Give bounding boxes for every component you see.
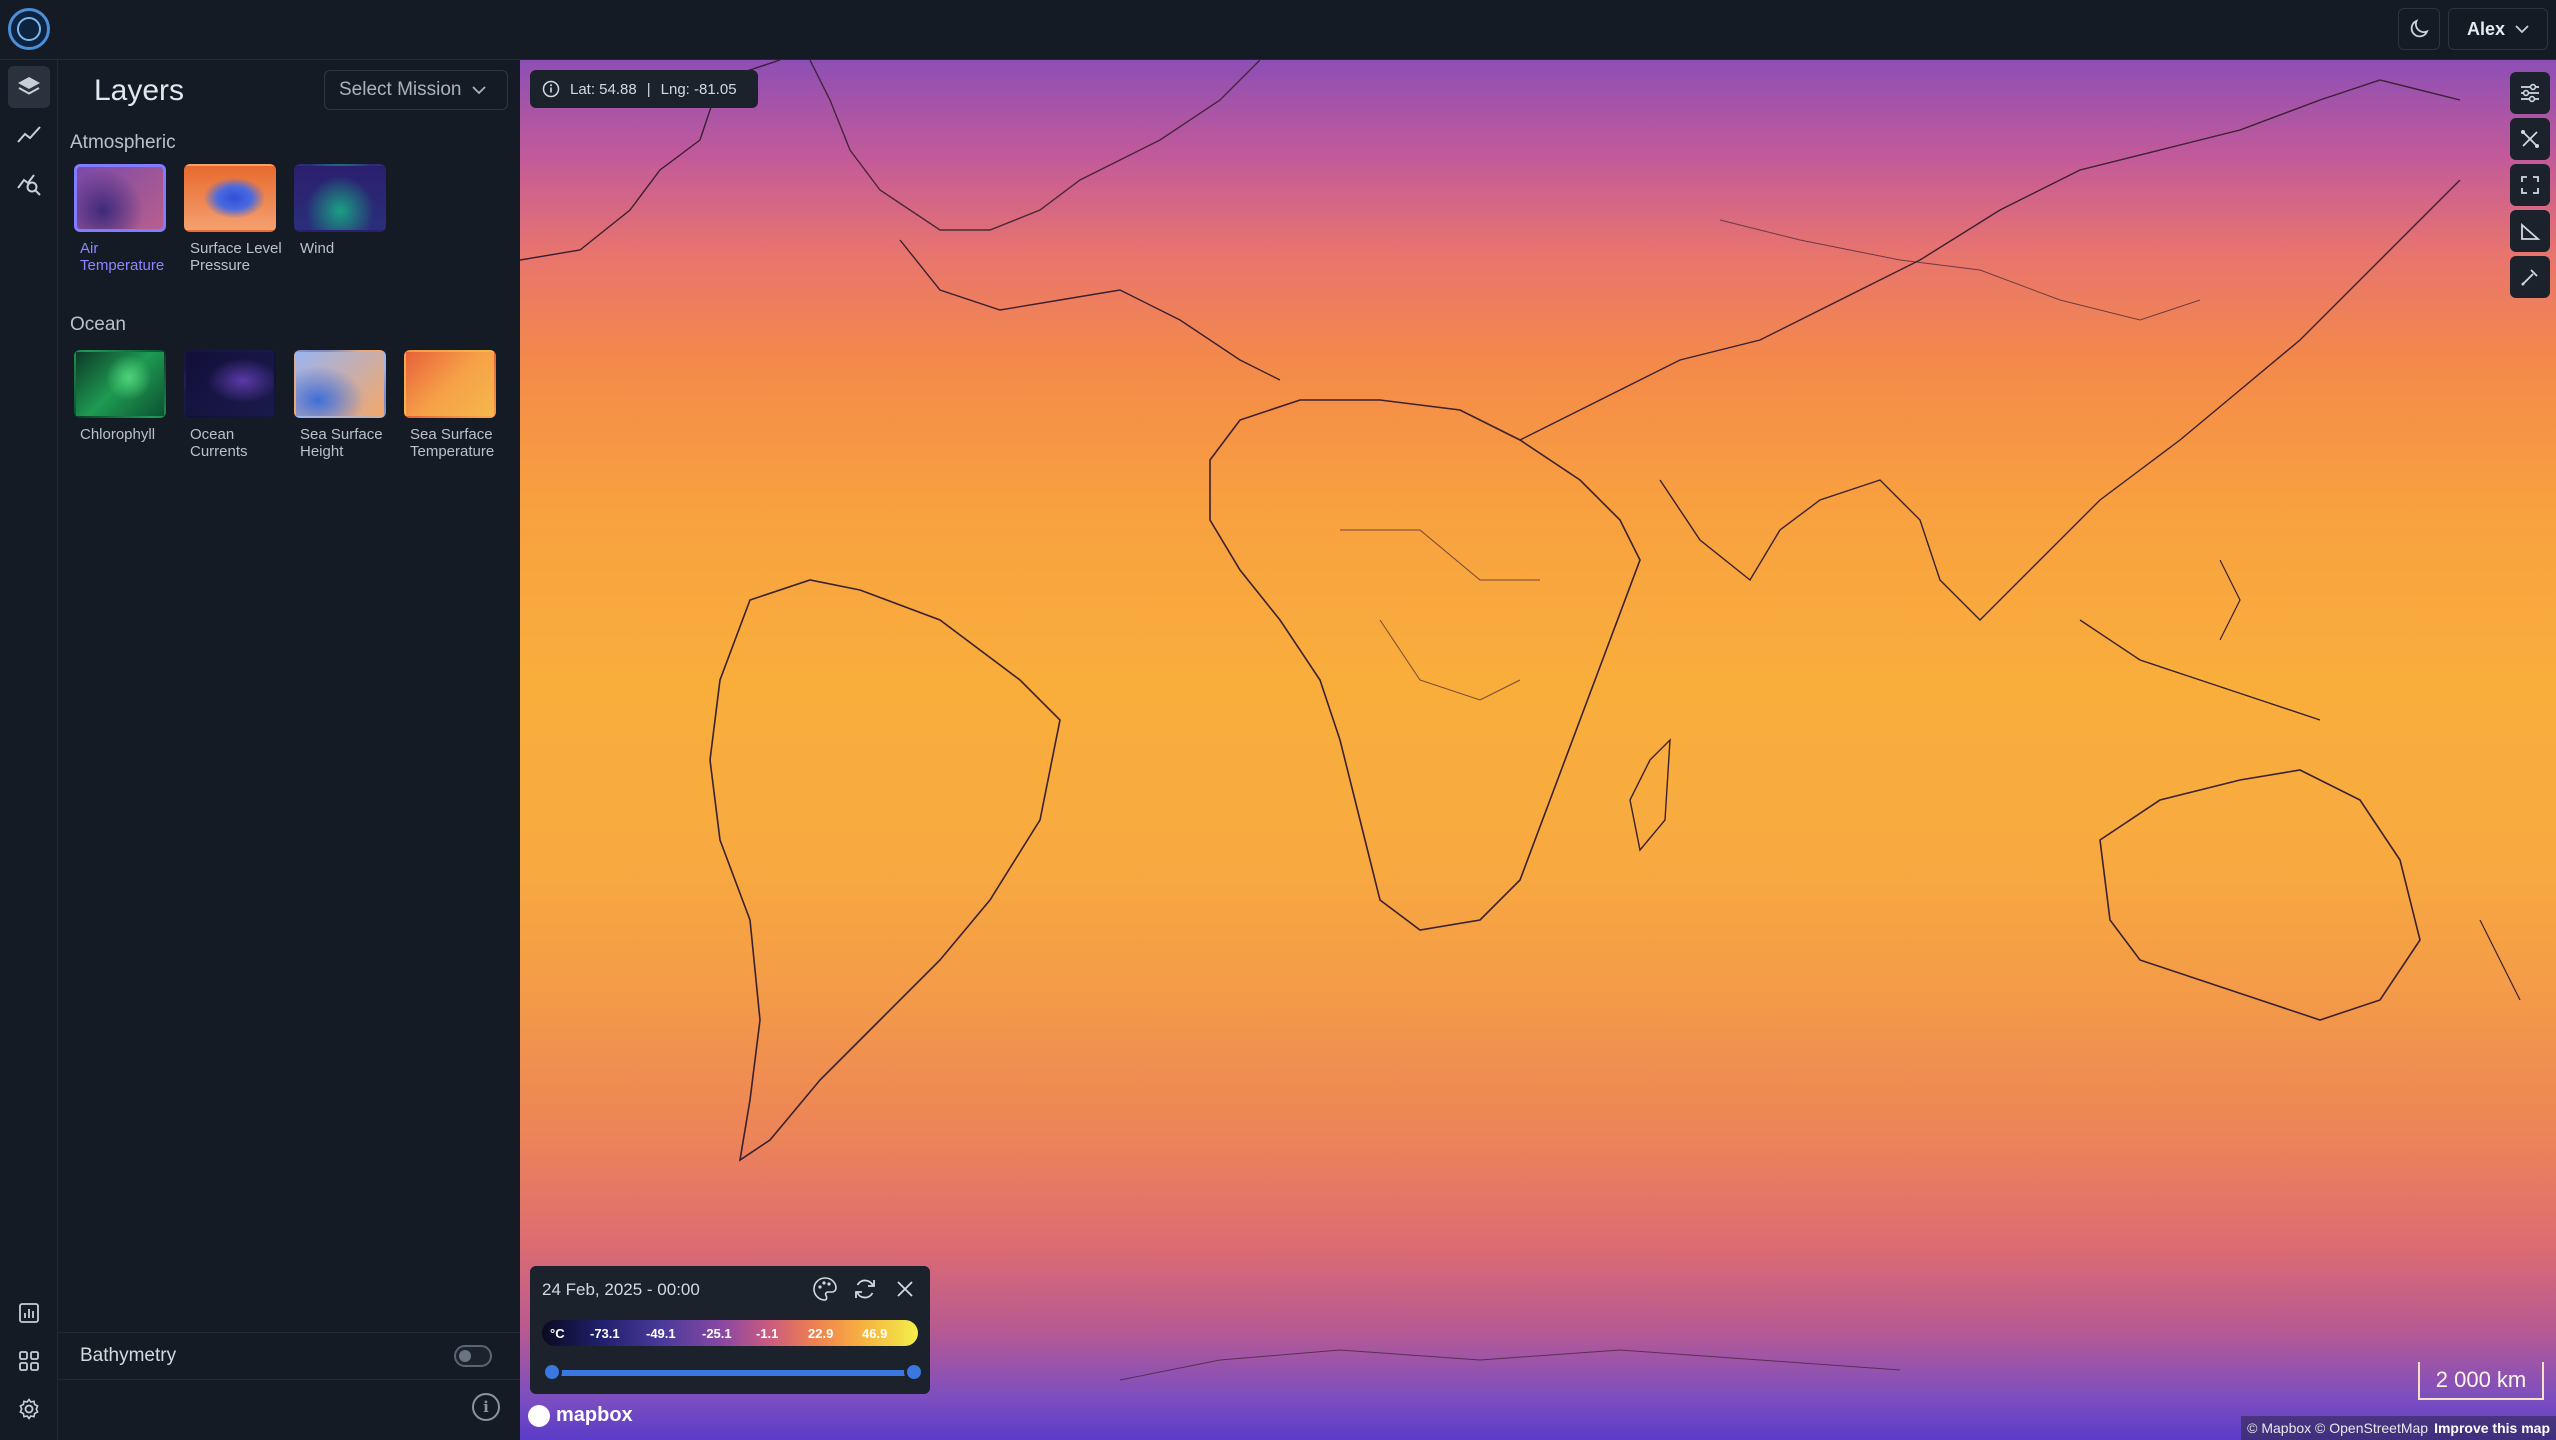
bathymetry-row: Bathymetry [58,1332,520,1380]
bar-chart-icon [19,1303,39,1323]
refresh-button[interactable] [850,1274,880,1304]
refresh-icon [855,1279,875,1299]
section-label-atmospheric: Atmospheric [70,132,176,153]
range-slider-max-handle[interactable] [904,1362,924,1382]
improve-map-link[interactable]: Improve this map [2434,1420,2550,1436]
ruler-icon [2521,223,2541,240]
colorbar-tick: 46.9 [862,1325,888,1341]
chevron-down-icon [2515,25,2529,34]
colorbar-tick: 22.9 [808,1325,834,1341]
colorbar-tick: -25.1 [702,1325,732,1341]
info-icon[interactable]: i [472,1393,500,1421]
layer-thumbnail [294,164,386,232]
scale-bar: 2 000 km [2418,1362,2544,1400]
layer-name: Ocean Currents [190,426,248,460]
rail-layers-button[interactable] [8,66,50,108]
map-toolbar [2510,72,2550,298]
layer-wind[interactable]: Wind [290,164,390,257]
layers-icon [18,77,40,95]
panel-title: Layers [94,74,185,107]
rail-apps-button[interactable] [8,1340,50,1382]
mapbox-logo-text: mapbox [556,1404,633,1426]
moon-icon [2410,19,2429,38]
colorbar-unit: °C [550,1325,565,1341]
close-icon [897,1281,913,1297]
sliders-icon [2521,83,2539,103]
layer-name: Sea Surface Temperature [410,426,495,460]
rail-settings-button[interactable] [8,1388,50,1430]
separator: | [646,80,651,98]
attribution-text[interactable]: © Mapbox © OpenStreetMap [2247,1420,2428,1436]
draw-polygon-button[interactable] [2510,118,2550,160]
layer-name: Wind [300,240,335,257]
layer-name: Chlorophyll [80,426,156,443]
legend-actions [810,1274,920,1304]
app-logo-icon[interactable] [8,8,50,50]
apps-grid-icon [19,1351,39,1371]
close-legend-button[interactable] [890,1274,920,1304]
layer-name: Sea Surface Height [300,426,383,460]
palette-button[interactable] [810,1274,840,1304]
analysis-icon [17,174,41,196]
colorbar-tick: -73.1 [590,1325,620,1341]
legend-card: 24 Feb, 2025 - 00:00 °C -73.1 -49.1 -25.… [530,1266,930,1394]
layer-name: Surface Level Pressure [190,240,282,274]
dark-mode-button[interactable] [2398,8,2440,50]
fullscreen-button[interactable] [2510,164,2550,206]
mapbox-logo[interactable]: mapbox [528,1404,633,1427]
bathymetry-label: Bathymetry [80,1345,177,1366]
coordinate-readout: Lat: 54.88 | Lng: -81.05 [530,70,758,108]
layers-panel: Layers Select Mission Atmospheric Air Te… [58,60,520,1440]
layer-name: Air Temperature [80,240,165,274]
layer-chlorophyll[interactable]: Chlorophyll [70,350,170,443]
measure-button[interactable] [2510,210,2550,252]
colorbar-tick: -1.1 [756,1325,779,1341]
eyedropper-icon [2521,269,2538,286]
bathymetry-toggle[interactable] [454,1345,492,1367]
user-menu-button[interactable]: Alex [2448,8,2548,50]
chart-line-icon [17,126,41,143]
fullscreen-icon [2521,176,2539,194]
layer-surface-level-pressure[interactable]: Surface Level Pressure [180,164,282,274]
layer-thumbnail [74,164,166,232]
top-bar: Alex [0,0,2556,60]
longitude-text: Lng: -81.05 [660,80,737,98]
map-settings-button[interactable] [2510,72,2550,114]
left-rail [0,60,58,1440]
colorbar-tick: -49.1 [646,1325,676,1341]
mission-select-label: Select Mission [339,79,462,100]
user-name: Alex [2466,18,2506,39]
legend-date: 24 Feb, 2025 - 00:00 [542,1280,700,1299]
range-slider-min-handle[interactable] [542,1362,562,1382]
rail-timeseries-button[interactable] [8,114,50,156]
info-icon[interactable] [542,80,560,98]
chevron-down-icon [471,86,486,95]
palette-icon [813,1277,837,1301]
temperature-colorbar: °C -73.1 -49.1 -25.1 -1.1 22.9 46.9 [542,1320,918,1346]
layer-sea-surface-temperature[interactable]: Sea Surface Temperature [400,350,500,460]
settings-gear-icon [19,1398,39,1420]
layer-sea-surface-height[interactable]: Sea Surface Height [290,350,390,460]
rail-analysis-button[interactable] [8,162,50,204]
section-label-ocean: Ocean [70,314,126,335]
layer-thumbnail [184,350,276,418]
draw-polygon-icon [2521,130,2539,148]
coastlines-overlay [520,60,2521,1381]
map-canvas[interactable]: Lat: 54.88 | Lng: -81.05 24 Feb, 2025 - … [520,60,2556,1440]
layer-thumbnail [404,350,496,418]
mission-select[interactable]: Select Mission [324,70,508,110]
pick-value-button[interactable] [2510,256,2550,298]
layer-air-temperature[interactable]: Air Temperature [70,164,170,274]
layer-thumbnail [184,164,276,232]
rail-stats-button[interactable] [8,1292,50,1334]
range-slider-track[interactable] [552,1370,914,1376]
latitude-text: Lat: 54.88 [570,80,637,98]
layer-thumbnail [294,350,386,418]
layer-ocean-currents[interactable]: Ocean Currents [180,350,280,460]
map-attribution: © Mapbox © OpenStreetMap Improve this ma… [2241,1416,2556,1440]
layer-thumbnail [74,350,166,418]
